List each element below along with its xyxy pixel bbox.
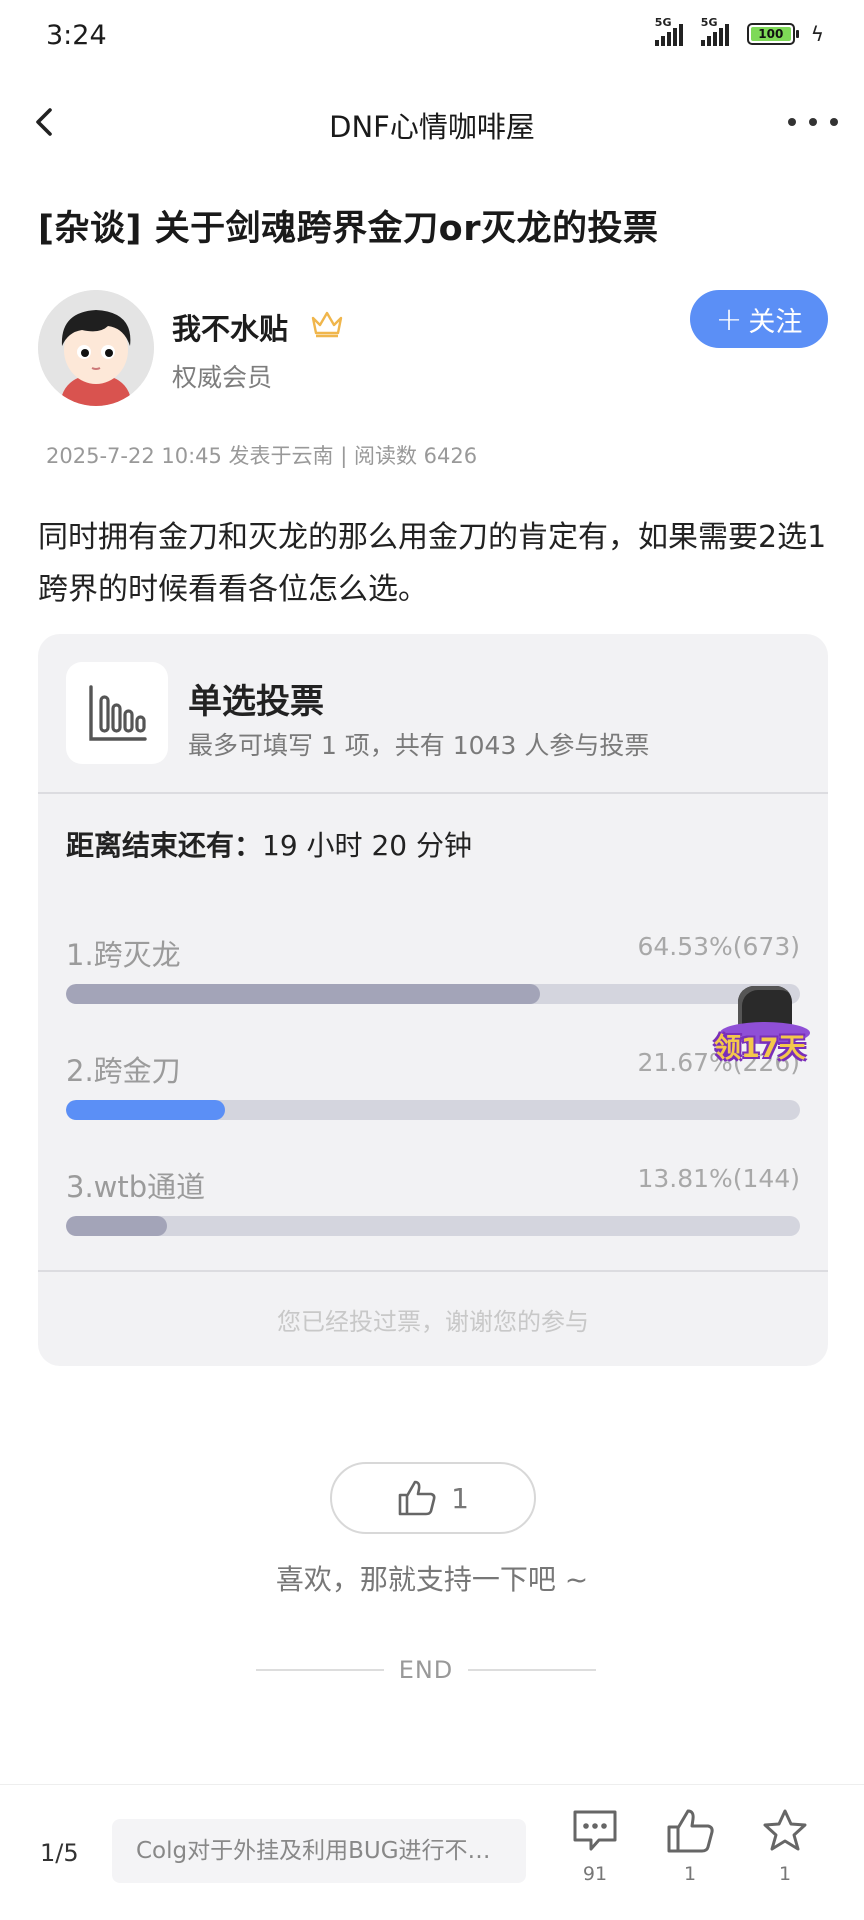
status-icons: 5G 5G 100 ϟ: [654, 16, 824, 46]
next-post-link[interactable]: Colg对于外挂及利用BUG进行不…: [112, 1819, 526, 1883]
poll-card: 单选投票 最多可填写 1 项，共有 1043 人参与投票 距离结束还有：19 小…: [38, 634, 828, 1366]
like-action-count: 1: [683, 1863, 697, 1885]
page-indicator[interactable]: 1/5: [40, 1839, 79, 1867]
option-stats: 64.53%(673): [637, 932, 800, 961]
poll-option[interactable]: 3.wtb通道 13.81%(144): [66, 1164, 800, 1264]
end-divider: [256, 1669, 384, 1671]
post-body: 同时拥有金刀和灭龙的那么用金刀的肯定有，如果需要2选1跨界的时候看看各位怎么选。: [38, 520, 827, 607]
comment-icon: [573, 1810, 617, 1851]
follow-button[interactable]: + 关注: [690, 290, 828, 348]
like-hint: 喜欢，那就支持一下吧 ~: [275, 1563, 589, 1596]
poll-icon-box: [66, 662, 168, 764]
more-dot-icon: [788, 118, 796, 126]
signal-icon: 5G: [700, 16, 729, 46]
more-options-button[interactable]: [788, 102, 838, 142]
post-title: [杂谈] 关于剑魂跨界金刀or灭龙的投票: [38, 209, 659, 249]
option-progress-fill: [66, 984, 540, 1004]
end-label: END: [398, 1656, 454, 1684]
battery-level: 100: [750, 27, 791, 41]
end-marker: END: [256, 1652, 596, 1688]
poll-voted-notice: 您已经投过票，谢谢您的参与: [277, 1308, 589, 1336]
option-progress-track: [66, 984, 800, 1004]
option-progress-track: [66, 1100, 800, 1120]
forum-title: DNF心情咖啡屋: [329, 110, 535, 144]
poll-divider: [38, 792, 828, 794]
like-action-button[interactable]: 1: [655, 1807, 725, 1907]
plus-icon: +: [715, 300, 743, 338]
option-label: 2.跨金刀: [66, 1054, 181, 1088]
comment-count: 91: [582, 1863, 608, 1885]
thumbs-up-icon: [667, 1809, 714, 1853]
poll-type: 单选投票: [188, 682, 324, 722]
avatar-illustration: [38, 290, 154, 406]
option-stats: 13.81%(144): [637, 1164, 800, 1193]
poll-divider: [38, 1270, 828, 1272]
star-icon: [763, 1809, 807, 1851]
poll-option[interactable]: 2.跨金刀 21.67%(226): [66, 1048, 800, 1148]
more-dot-icon: [809, 118, 817, 126]
thumbs-up-icon: [398, 1480, 436, 1516]
option-progress-fill: [66, 1100, 226, 1120]
option-label: 1.跨灭龙: [66, 938, 181, 972]
option-progress-fill: [66, 1216, 168, 1236]
bar-chart-icon: [89, 685, 147, 741]
deadline-value: 19 小时 20 分钟: [262, 829, 472, 862]
charging-icon: ϟ: [810, 22, 824, 46]
author-name[interactable]: 我不水贴: [172, 306, 288, 348]
like-button[interactable]: 1: [330, 1462, 536, 1534]
battery-icon: 100: [746, 23, 799, 45]
promo-sticker[interactable]: 领17天: [712, 980, 812, 1080]
poll-deadline: 距离结束还有：19 小时 20 分钟: [66, 824, 472, 864]
status-bar: 3:24 5G 5G 100 ϟ: [0, 0, 864, 76]
option-label: 3.wtb通道: [66, 1170, 206, 1204]
post-meta: 2025-7-22 10:45 发表于云南 | 阅读数 6426: [46, 444, 478, 468]
status-time: 3:24: [46, 20, 107, 51]
author-avatar[interactable]: [38, 290, 154, 406]
bottom-bar: 1/5 Colg对于外挂及利用BUG进行不… 91 1 1: [0, 1784, 864, 1920]
follow-label: 关注: [748, 306, 803, 338]
poll-option[interactable]: 1.跨灭龙 64.53%(673): [66, 932, 800, 1032]
option-progress-track: [66, 1216, 800, 1236]
end-divider: [467, 1669, 596, 1671]
comment-button[interactable]: 91: [560, 1807, 630, 1907]
author-rank: 权威会员: [172, 363, 273, 392]
favorite-button[interactable]: 1: [750, 1807, 820, 1907]
nav-bar: DNF心情咖啡屋: [0, 90, 864, 156]
signal-label: 5G: [700, 16, 718, 29]
deadline-label: 距离结束还有：: [66, 829, 263, 862]
poll-rule: 最多可填写 1 项，共有 1043 人参与投票: [188, 731, 650, 760]
like-count: 1: [451, 1481, 469, 1515]
favorite-count: 1: [778, 1863, 792, 1885]
signal-label: 5G: [654, 16, 672, 29]
promo-text: 领17天: [714, 1033, 806, 1064]
crown-icon: [311, 311, 343, 338]
more-dot-icon: [830, 118, 838, 126]
signal-icon: 5G: [654, 16, 683, 46]
